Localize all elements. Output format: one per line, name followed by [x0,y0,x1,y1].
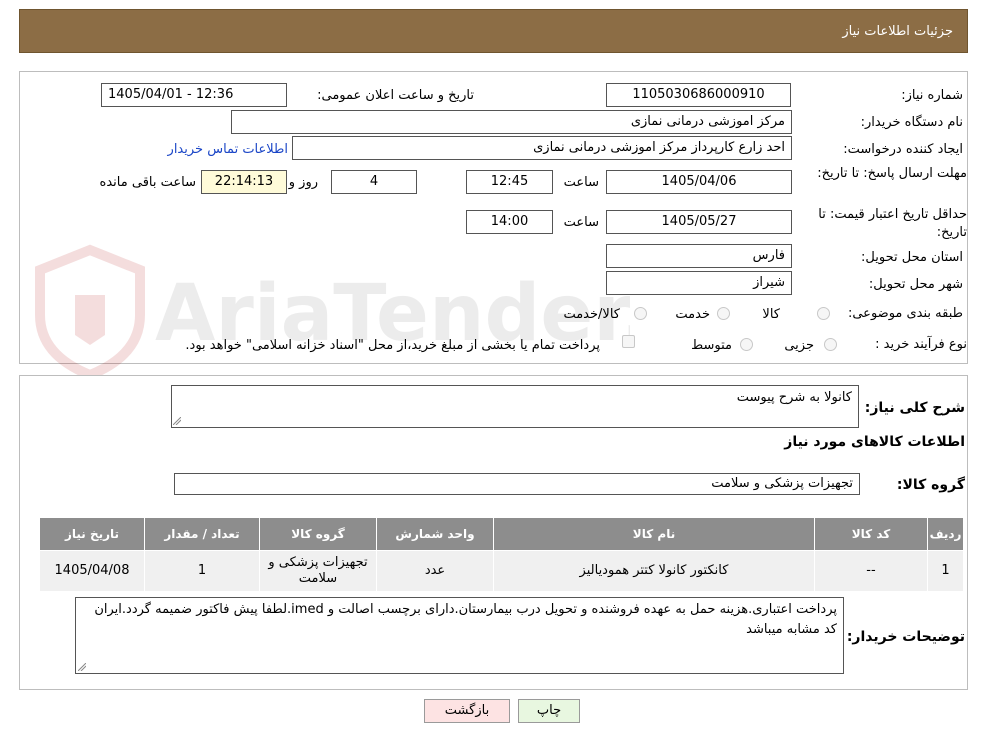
buyer-notes-resize-handle[interactable] [78,663,86,671]
page-header: جزئیات اطلاعات نیاز [19,9,968,53]
category-goods-service-label: کالا/خدمت [563,307,620,322]
print-button[interactable]: چاپ [518,699,580,723]
days-field: 4 [331,170,417,194]
cell-date: 1405/04/08 [39,550,145,592]
page-title: جزئیات اطلاعات نیاز [842,24,953,39]
category-goods-label: کالا [762,307,780,322]
goods-group-label: گروه کالا: [896,477,965,493]
cell-group: تجهیزات پزشکی و سلامت [259,550,377,592]
summary-label: شرح کلی نیاز: [864,400,965,416]
cell-unit: عدد [376,550,494,592]
summary-resize-handle[interactable] [173,417,181,425]
validity-date-field: 1405/05/27 [606,210,792,234]
process-medium-label: متوسط [691,338,732,353]
col-unit: واحد شمارش [376,517,494,551]
goods-group-field: تجهیزات پزشکی و سلامت [174,473,860,495]
buyer-notes-textarea[interactable]: پرداخت اعتباری.هزینه حمل به عهده فروشنده… [75,597,844,674]
cell-code: -- [814,550,928,592]
table-row: 1 -- کانکتور کانولا کتتر همودیالیز عدد ت… [39,550,964,592]
treasury-payment-checkbox[interactable] [622,335,635,348]
buyer-org-label: نام دستگاه خریدار: [860,115,963,130]
remaining-time-field: 22:14:13 [201,170,287,194]
buyer-notes-label: توضیحات خریدار: [846,629,965,645]
treasury-payment-note: پرداخت تمام یا بخشی از مبلغ خرید،از محل … [185,338,600,353]
buyer-org-field: مرکز اموزشی درمانی نمازی [231,110,792,134]
deadline-time-field: 12:45 [466,170,553,194]
col-row: ردیف [927,517,964,551]
process-label: نوع فرآیند خرید : [875,337,967,352]
remaining-label: ساعت باقی مانده [99,175,196,190]
summary-textarea[interactable]: کانولا به شرح پیوست [171,385,859,428]
city-field: شیراز [606,271,792,295]
goods-table-header: ردیف کد کالا نام کالا واحد شمارش گروه کا… [39,517,964,551]
creator-label: ایجاد کننده درخواست: [843,142,963,157]
province-label: استان محل تحویل: [861,250,963,265]
deadline-date-field: 1405/04/06 [606,170,792,194]
need-number-label: شماره نیاز: [901,88,963,103]
goods-info-title: اطلاعات کالاهای مورد نیاز [784,434,965,450]
cell-name: کانکتور کانولا کتتر همودیالیز [493,550,815,592]
col-code: کد کالا [814,517,928,551]
back-button[interactable]: بازگشت [424,699,510,723]
buyer-contact-link[interactable]: اطلاعات تماس خریدار [168,142,288,157]
deadline-label: مهلت ارسال پاسخ: تا تاریخ: [817,166,967,181]
cell-quantity: 1 [144,550,260,592]
category-goods-radio[interactable] [817,307,830,320]
process-medium-radio[interactable] [740,338,753,351]
announce-datetime-field: 1405/04/01 - 12:36 [101,83,287,107]
col-date: تاریخ نیاز [39,517,145,551]
category-service-radio[interactable] [717,307,730,320]
cell-row: 1 [927,550,964,592]
creator-field: احد زارع کارپرداز مرکز اموزشی درمانی نما… [292,136,792,160]
validity-time-label: ساعت [563,215,599,230]
validity-label: حداقل تاریخ اعتبار قیمت: تا تاریخ: [818,207,967,240]
category-service-label: خدمت [675,307,710,322]
goods-table: ردیف کد کالا نام کالا واحد شمارش گروه کا… [39,517,964,592]
need-number-field: 1105030686000910 [606,83,791,107]
announce-label: تاریخ و ساعت اعلان عمومی: [317,88,474,103]
deadline-time-label: ساعت [563,175,599,190]
province-field: فارس [606,244,792,268]
category-label: طبقه بندی موضوعی: [847,306,963,321]
col-group: گروه کالا [259,517,377,551]
process-minor-label: جزیی [784,338,814,353]
days-label: روز و [288,175,318,190]
process-minor-radio[interactable] [824,338,837,351]
validity-time-field: 14:00 [466,210,553,234]
col-name: نام کالا [493,517,815,551]
city-label: شهر محل تحویل: [868,277,963,292]
col-quantity: تعداد / مقدار [144,517,260,551]
category-goods-service-radio[interactable] [634,307,647,320]
